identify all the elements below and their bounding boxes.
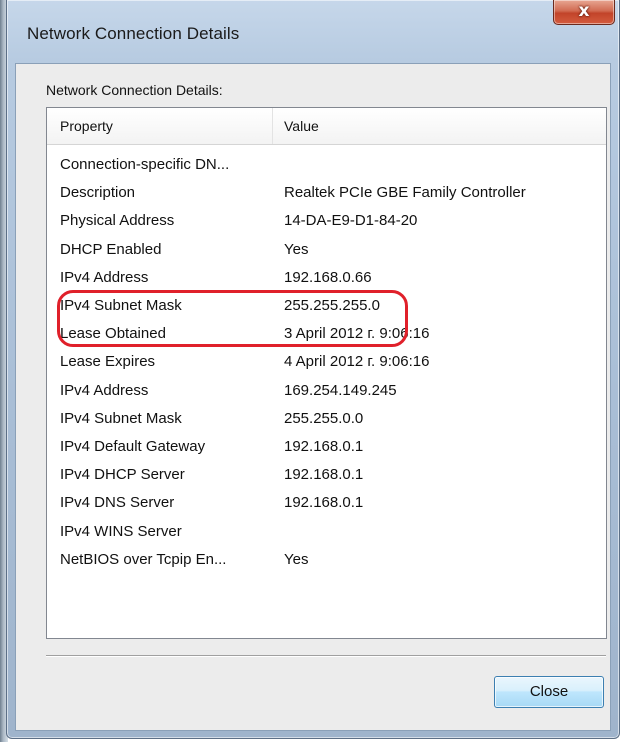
- table-row[interactable]: Lease Obtained 3 April 2012 г. 9:06:16: [47, 320, 606, 348]
- table-row[interactable]: IPv4 DHCP Server 192.168.0.1: [47, 461, 606, 489]
- separator-line: [46, 655, 606, 657]
- property-cell: NetBIOS over Tcpip En...: [60, 550, 227, 568]
- value-cell: Yes: [284, 550, 309, 568]
- property-cell: IPv4 Subnet Mask: [60, 297, 182, 314]
- table-row[interactable]: Lease Expires 4 April 2012 г. 9:06:16: [47, 348, 606, 376]
- table-row[interactable]: IPv4 Default Gateway 192.168.0.1: [47, 433, 606, 461]
- value-cell: 3 April 2012 г. 9:06:16: [284, 325, 430, 343]
- table-row[interactable]: IPv4 Subnet Mask 255.255.255.0: [47, 292, 606, 320]
- property-cell: IPv4 DHCP Server: [60, 466, 185, 484]
- close-icon: x: [578, 1, 590, 21]
- table-row[interactable]: IPv4 Address 169.254.149.245: [47, 377, 606, 405]
- value-cell: 192.168.0.1: [284, 466, 364, 484]
- table-row[interactable]: IPv4 WINS Server: [47, 518, 606, 546]
- list-header: Property Value: [47, 108, 606, 145]
- details-label: Network Connection Details:: [46, 82, 223, 98]
- close-button[interactable]: Close: [494, 676, 604, 708]
- column-header-property[interactable]: Property: [47, 108, 273, 144]
- property-cell: IPv4 WINS Server: [60, 522, 182, 540]
- window-close-button[interactable]: x: [553, 0, 615, 25]
- property-cell: Lease Obtained: [60, 325, 166, 343]
- value-cell: 255.255.255.0: [284, 297, 380, 314]
- table-row[interactable]: DHCP Enabled Yes: [47, 236, 606, 264]
- value-cell: 192.168.0.66: [284, 268, 372, 286]
- value-cell: 169.254.149.245: [284, 381, 397, 399]
- dialog-client-area: Network Connection Details: Property Val…: [15, 63, 611, 731]
- table-row[interactable]: Connection-specific DN...: [47, 151, 606, 179]
- value-cell: 192.168.0.1: [284, 438, 364, 455]
- property-cell: IPv4 DNS Server: [60, 494, 175, 512]
- value-cell: 192.168.0.1: [284, 494, 364, 512]
- property-cell: Connection-specific DN...: [60, 156, 230, 173]
- property-cell: Description: [60, 184, 136, 202]
- property-cell: IPv4 Subnet Mask: [60, 409, 182, 427]
- property-cell: IPv4 Address: [60, 268, 149, 286]
- table-row[interactable]: NetBIOS over Tcpip En... Yes: [47, 546, 606, 574]
- value-cell: Realtek PCIe GBE Family Controller: [284, 184, 526, 202]
- value-cell: Yes: [284, 240, 309, 258]
- dialog-window: Network Connection Details x Network Con…: [6, 0, 620, 739]
- details-list[interactable]: Property Value Connection-specific DN...…: [46, 107, 607, 639]
- value-cell: 14-DA-E9-D1-84-20: [284, 212, 418, 230]
- column-header-value[interactable]: Value: [273, 108, 606, 144]
- table-row[interactable]: Description Realtek PCIe GBE Family Contr…: [47, 179, 606, 207]
- table-row[interactable]: IPv4 Address 192.168.0.66: [47, 264, 606, 292]
- window-title: Network Connection Details: [27, 24, 240, 43]
- property-cell: Lease Expires: [60, 353, 156, 371]
- table-row[interactable]: IPv4 Subnet Mask 255.255.0.0: [47, 405, 606, 433]
- value-cell: 4 April 2012 г. 9:06:16: [284, 353, 430, 371]
- table-row[interactable]: Physical Address 14-DA-E9-D1-84-20: [47, 207, 606, 235]
- property-cell: Physical Address: [60, 212, 175, 230]
- property-cell: IPv4 Default Gateway: [60, 438, 206, 455]
- table-row[interactable]: IPv4 DNS Server 192.168.0.1: [47, 489, 606, 517]
- value-cell: 255.255.0.0: [284, 409, 364, 427]
- property-cell: IPv4 Address: [60, 381, 149, 399]
- property-cell: DHCP Enabled: [60, 240, 162, 258]
